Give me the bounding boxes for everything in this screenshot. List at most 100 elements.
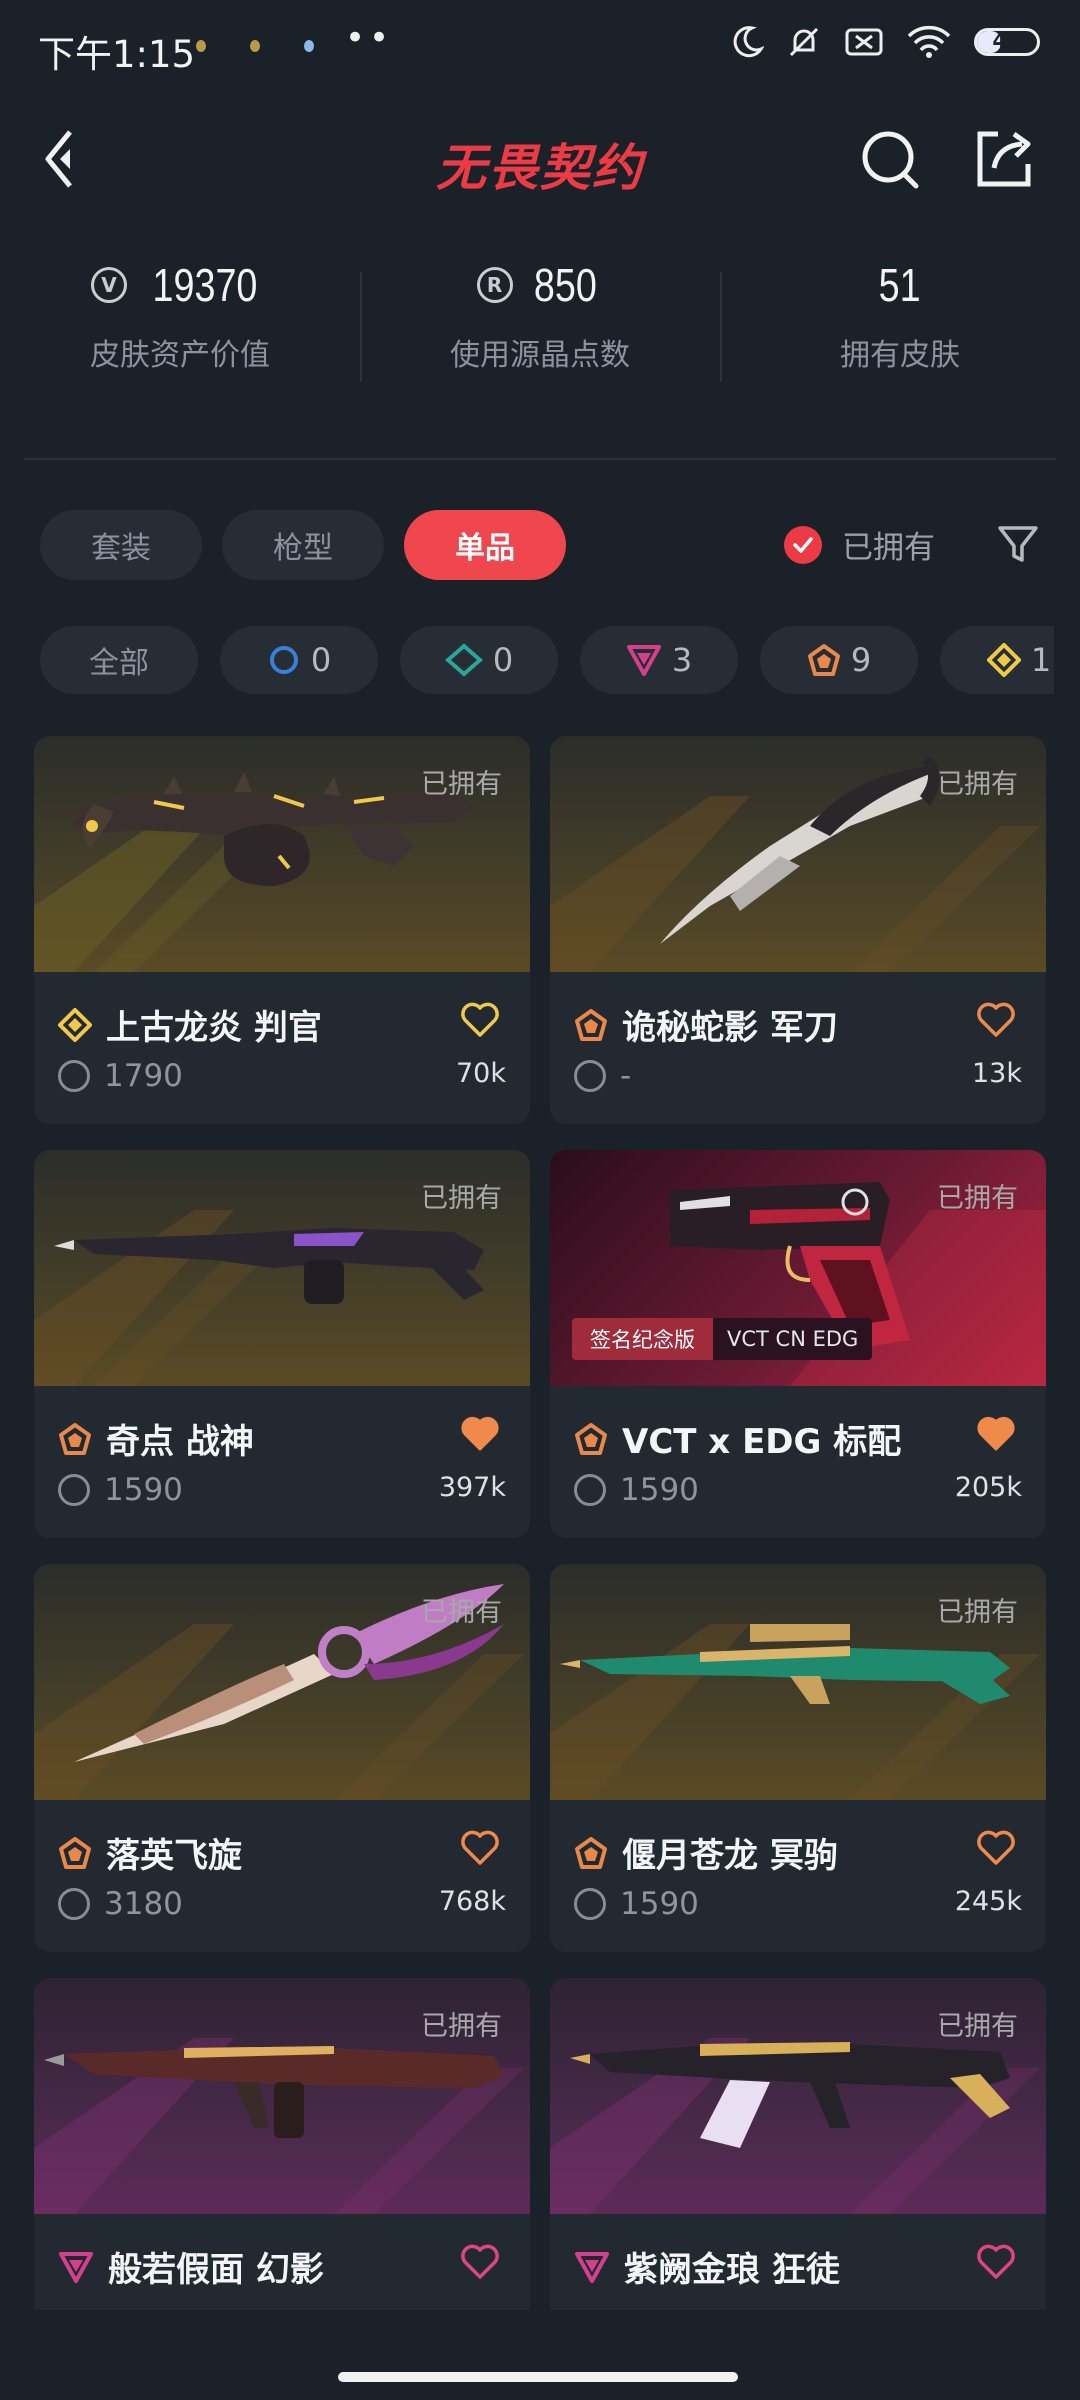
tab-bundles[interactable]: 套装	[40, 510, 202, 580]
exclusive-tier-icon	[807, 644, 840, 676]
skin-image: 已拥有	[550, 1978, 1046, 2214]
tier-chip-count: 0	[310, 641, 332, 679]
battery-icon: 40	[974, 28, 1040, 56]
owned-tag: 已拥有	[937, 1597, 1018, 1628]
skin-grid: 已拥有 上古龙炎 判官 1790 70k 已拥有 诡秘蛇影 军刀 - 13k 已…	[34, 736, 1046, 2310]
vp-coin-icon	[574, 1474, 606, 1506]
heart-filled-icon[interactable]	[976, 1416, 1016, 1452]
tier-chip-count: 0	[492, 641, 514, 679]
owned-tag: 已拥有	[937, 2011, 1018, 2042]
filter-funnel-icon	[998, 526, 1038, 562]
signature-badge-label: 签名纪念版	[572, 1318, 713, 1360]
skin-name: 诡秘蛇影 军刀	[622, 1008, 838, 1048]
filter-button[interactable]	[996, 522, 1040, 566]
skin-card[interactable]: 已拥有 上古龙炎 判官 1790 70k	[34, 736, 530, 1124]
skin-card[interactable]: 已拥有 签名纪念版 VCT CN EDG VCT x EDG 标配 1590 2…	[550, 1150, 1046, 1538]
owned-tag: 已拥有	[421, 1183, 502, 1214]
stat-label: 拥有皮肤	[840, 338, 960, 373]
select-tier-icon	[269, 646, 298, 674]
owned-tag: 已拥有	[421, 1597, 502, 1628]
ultra-tier-icon	[986, 643, 1021, 677]
tab-weapon-type[interactable]: 枪型	[222, 510, 384, 580]
tier-chip-ultra[interactable]: 1	[940, 626, 1054, 694]
owned-tag: 已拥有	[937, 1183, 1018, 1214]
category-tabs: 套装 枪型 单品	[40, 510, 566, 580]
stat-label: 皮肤资产价值	[90, 338, 270, 373]
heart-outline-icon[interactable]	[460, 1002, 500, 1038]
skin-price: 1790	[104, 1058, 183, 1094]
like-count: 245k	[954, 1886, 1022, 1917]
like-count: 397k	[438, 1472, 506, 1503]
status-bar: 下午1:15 •• 40	[0, 0, 1080, 100]
skin-card[interactable]: 已拥有 偃月苍龙 冥驹 1590 245k	[550, 1564, 1046, 1952]
heart-filled-icon[interactable]	[460, 1416, 500, 1452]
status-time: 下午1:15	[38, 33, 196, 76]
tier-chip-select[interactable]: 0	[220, 626, 378, 694]
premium-tier-icon	[59, 2251, 93, 2283]
stat-value: 850	[533, 259, 597, 311]
heart-outline-icon[interactable]	[976, 1830, 1016, 1866]
skin-card[interactable]: 已拥有 般若假面 幻影	[34, 1978, 530, 2310]
skin-name: 奇点 战神	[106, 1422, 254, 1462]
skin-image: 已拥有	[34, 1564, 530, 1800]
tier-chip-count: 9	[850, 641, 872, 679]
skin-price: 3180	[104, 1886, 183, 1922]
skin-image: 已拥有 签名纪念版 VCT CN EDG	[550, 1150, 1046, 1386]
premium-tier-icon	[626, 645, 661, 676]
tier-chip-all[interactable]: 全部	[40, 626, 198, 694]
tier-chip-premium[interactable]: 3	[580, 626, 738, 694]
deluxe-tier-icon	[444, 643, 483, 677]
signature-edition-badge: 签名纪念版 VCT CN EDG	[572, 1318, 873, 1360]
search-button[interactable]	[860, 128, 920, 190]
tier-chip-exclusive[interactable]: 9	[760, 626, 918, 694]
checked-circle-icon	[784, 525, 822, 564]
vp-coin-icon	[58, 1888, 90, 1920]
home-indicator[interactable]	[338, 2372, 738, 2382]
vp-coin-icon: V	[91, 267, 128, 303]
stat-label: 使用源晶点数	[450, 338, 630, 373]
skin-card[interactable]: 已拥有 落英飞旋 3180 768k	[34, 1564, 530, 1952]
tab-single-items[interactable]: 单品	[404, 510, 566, 580]
owned-tag: 已拥有	[421, 2011, 502, 2042]
search-icon	[862, 131, 919, 189]
tier-chip-deluxe[interactable]: 0	[400, 626, 558, 694]
skin-name: 偃月苍龙 冥驹	[622, 1836, 838, 1876]
heart-outline-icon[interactable]	[460, 2244, 500, 2280]
status-more-icon: ••	[345, 18, 394, 58]
vp-coin-icon	[574, 1060, 606, 1092]
skin-image: 已拥有	[550, 1564, 1046, 1800]
skin-image: 已拥有	[34, 1978, 530, 2214]
share-button[interactable]	[974, 128, 1034, 190]
heart-outline-icon[interactable]	[976, 1002, 1016, 1038]
asset-stats: V 19370 皮肤资产价值 R 850 使用源晶点数 51 拥有皮肤	[0, 250, 1080, 400]
battery-level: 40	[992, 29, 1022, 53]
skin-card[interactable]: 已拥有 诡秘蛇影 军刀 - 13k	[550, 736, 1046, 1124]
stat-radianite-points: R 850 使用源晶点数	[360, 250, 720, 400]
no-sim-icon	[845, 28, 883, 56]
stat-owned-skins: 51 拥有皮肤	[720, 250, 1080, 400]
wifi-icon	[907, 25, 951, 58]
owned-tag: 已拥有	[421, 769, 502, 800]
status-notification-icons	[196, 40, 314, 52]
skin-price: 1590	[104, 1472, 183, 1508]
tier-chip-label: 全部	[89, 646, 149, 681]
skin-card[interactable]: 已拥有 紫阙金琅 狂徒	[550, 1978, 1046, 2310]
moon-icon	[733, 26, 764, 58]
stat-value: 51	[879, 259, 921, 311]
skin-image: 已拥有	[34, 736, 530, 972]
exclusive-tier-icon	[59, 1422, 91, 1455]
vp-coin-icon	[574, 1888, 606, 1920]
skin-card[interactable]: 已拥有 奇点 战神 1590 397k	[34, 1150, 530, 1538]
signature-badge-team: VCT CN EDG	[713, 1318, 873, 1360]
exclusive-tier-icon	[575, 1008, 607, 1041]
heart-outline-icon[interactable]	[976, 2244, 1016, 2280]
owned-filter-label: 已拥有	[842, 530, 935, 566]
like-count: 70k	[456, 1058, 506, 1089]
heart-outline-icon[interactable]	[460, 1830, 500, 1866]
tier-chip-count: 1	[1030, 641, 1052, 679]
exclusive-tier-icon	[575, 1836, 607, 1869]
owned-filter-toggle[interactable]: 已拥有	[784, 522, 935, 567]
vp-coin-icon	[58, 1060, 90, 1092]
exclusive-tier-icon	[59, 1836, 91, 1869]
stat-value: 19370	[152, 259, 258, 311]
